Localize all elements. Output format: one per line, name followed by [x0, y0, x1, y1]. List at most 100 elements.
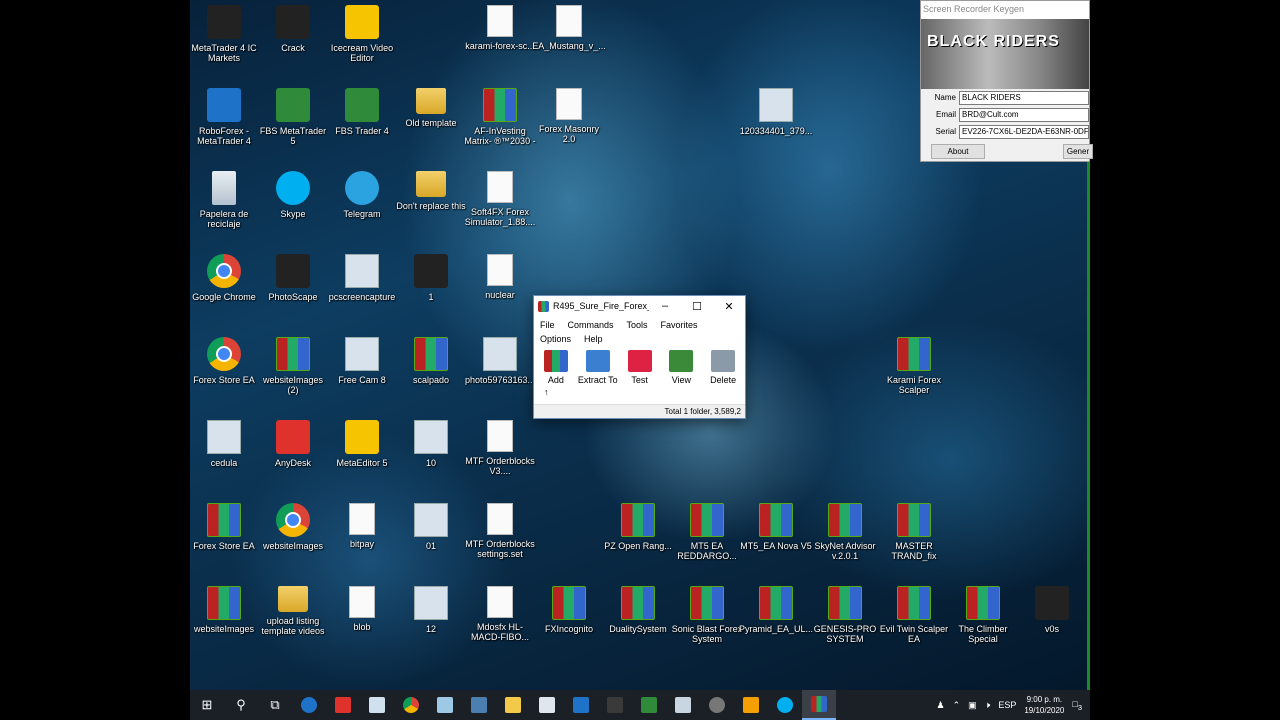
taskbar-app-roboforex[interactable] [564, 690, 598, 720]
desktop-icon[interactable]: 1 [395, 254, 467, 302]
desktop-icon[interactable]: Karami Forex Scalper [878, 337, 950, 395]
desktop-icon[interactable]: photo59763163... [464, 337, 536, 385]
desktop-icon[interactable]: EA_Mustang_v_... [532, 5, 606, 51]
test-button[interactable]: Test [624, 350, 656, 385]
menu-commands[interactable]: Commands [568, 318, 614, 332]
people-icon[interactable]: ♟ [937, 700, 945, 711]
winrar-window[interactable]: R495_Sure_Fire_Forex_H... – ☐ ✕ File Com… [533, 295, 746, 419]
desktop-icon[interactable]: FXIncognito [533, 586, 605, 634]
desktop-icon[interactable]: 10 [395, 420, 467, 468]
notification-icon[interactable]: □3 [1072, 699, 1082, 712]
taskbar-app-crack[interactable] [700, 690, 734, 720]
desktop-icon[interactable]: Soft4FX Forex Simulator_1.88.... [464, 171, 536, 227]
desktop-icon[interactable]: 01 [395, 503, 467, 551]
desktop-icon[interactable]: Sonic Blast Forex System [671, 586, 743, 644]
desktop-icon[interactable]: karami-forex-sc... [464, 5, 536, 51]
desktop-icon[interactable]: Skype [257, 171, 329, 219]
menu-options[interactable]: Options [540, 332, 571, 346]
desktop-icon[interactable]: 12 [395, 586, 467, 634]
desktop-icon[interactable]: Don't replace this [395, 171, 467, 211]
desktop-icon[interactable]: AF-InVesting Matrix- ®™2030 - [464, 88, 536, 146]
desktop-icon[interactable]: websiteImages [257, 503, 329, 551]
taskbar-app-fbs[interactable] [632, 690, 666, 720]
desktop-icon[interactable]: scalpado [395, 337, 467, 385]
menu-favorites[interactable]: Favorites [661, 318, 698, 332]
taskbar-app-anydesk[interactable] [326, 690, 360, 720]
desktop-icon[interactable]: MTF Orderblocks settings.set [464, 503, 536, 559]
taskbar-app-screencapture[interactable] [360, 690, 394, 720]
desktop-icon[interactable]: 120334401_379... [740, 88, 812, 136]
taskbar-app-skype[interactable] [768, 690, 802, 720]
desktop-icon[interactable]: MetaTrader 4 IC Markets [190, 5, 260, 63]
menu-file[interactable]: File [540, 318, 555, 332]
desktop-icon[interactable]: Papelera de reciclaje [190, 171, 260, 229]
volume-icon[interactable]: 🕨 [985, 700, 991, 711]
desktop-icon[interactable]: Telegram [326, 171, 398, 219]
desktop-icon[interactable]: cedula [190, 420, 260, 468]
desktop-icon[interactable]: upload listing template videos [257, 586, 329, 636]
desktop-icon[interactable]: pcscreencapture [326, 254, 398, 302]
taskbar-app-window[interactable] [666, 690, 700, 720]
menu-help[interactable]: Help [584, 332, 603, 346]
taskbar-app-winrar[interactable] [802, 690, 836, 720]
clock[interactable]: 9:00 p. m. 19/10/2020 [1024, 694, 1064, 716]
extract-to-button[interactable]: Extract To [578, 350, 618, 385]
desktop-icon[interactable]: MT5 EA REDDARGO... [671, 503, 743, 561]
desktop-icon[interactable]: Forex Store EA [190, 503, 260, 551]
desktop-icon[interactable]: PhotoScape [257, 254, 329, 302]
language-indicator[interactable]: ESP [998, 700, 1016, 710]
add-button[interactable]: Add [540, 350, 572, 385]
desktop-icon[interactable]: MTF Orderblocks V3.... [464, 420, 536, 476]
up-arrow-icon[interactable]: ↑ [534, 387, 745, 397]
serial-field[interactable]: EV226-7CX6L-DE2DA-E63NR-0DFBB [959, 124, 1089, 139]
maximize-button[interactable]: ☐ [681, 300, 713, 313]
desktop-icon[interactable]: Google Chrome [190, 254, 260, 302]
desktop-icon[interactable]: SkyNet Advisor v.2.0.1 [809, 503, 881, 561]
desktop-icon[interactable]: Icecream Video Editor [326, 5, 398, 63]
taskbar-app-metatrader[interactable] [598, 690, 632, 720]
start-button[interactable]: ⊞ [190, 690, 224, 720]
desktop-icon[interactable]: Pyramid_EA_UL... [739, 586, 813, 634]
desktop-icon[interactable]: RoboForex - MetaTrader 4 [190, 88, 260, 146]
email-field[interactable]: BRD@Cult.com [959, 107, 1089, 122]
task-view-button[interactable]: ⧉ [258, 690, 292, 720]
taskbar-app-explorer[interactable] [496, 690, 530, 720]
taskbar-app-notepad[interactable] [530, 690, 564, 720]
delete-button[interactable]: Delete [707, 350, 739, 385]
taskbar-app-chrome[interactable] [394, 690, 428, 720]
desktop-icon[interactable]: websiteImages (2) [257, 337, 329, 395]
desktop-icon[interactable]: FBS MetaTrader 5 [257, 88, 329, 146]
desktop-icon[interactable]: websiteImages [190, 586, 260, 634]
minimize-button[interactable]: – [649, 300, 681, 312]
desktop-icon[interactable]: Evil Twin Scalper EA [878, 586, 950, 644]
network-icon[interactable]: ▣ [968, 700, 977, 711]
desktop-icon[interactable]: GENESIS-PRO SYSTEM [809, 586, 881, 644]
close-button[interactable]: ✕ [713, 300, 745, 313]
desktop-icon[interactable]: MASTER TRAND_fix [878, 503, 950, 561]
desktop-icon[interactable]: v0s [1016, 586, 1088, 634]
search-button[interactable]: ⚲ [224, 690, 258, 720]
desktop-icon[interactable]: MT5_EA Nova V5 [740, 503, 812, 551]
taskbar-app-editor[interactable] [428, 690, 462, 720]
desktop-icon[interactable]: DualitySystem [602, 586, 674, 634]
desktop-icon[interactable]: blob [326, 586, 398, 632]
keygen-window[interactable]: Screen Recorder Keygen BLACK RIDERS Name… [920, 0, 1093, 162]
chevron-up-icon[interactable]: ⌃ [953, 700, 961, 711]
desktop-icon[interactable]: Old template [395, 88, 467, 128]
view-button[interactable]: View [666, 350, 698, 385]
desktop-icon[interactable]: PZ Open Rang... [602, 503, 674, 551]
taskbar-app-recorder[interactable] [292, 690, 326, 720]
desktop-icon[interactable]: bitpay [326, 503, 398, 549]
desktop-icon[interactable]: Crack [257, 5, 329, 53]
winrar-titlebar[interactable]: R495_Sure_Fire_Forex_H... – ☐ ✕ [534, 296, 745, 316]
desktop-icon[interactable]: Mdosfx HL-MACD-FIBO... [464, 586, 536, 642]
desktop-icon[interactable]: Forex Store EA [190, 337, 260, 385]
desktop-icon[interactable]: nuclear [464, 254, 536, 300]
menu-tools[interactable]: Tools [627, 318, 648, 332]
about-button[interactable]: About [931, 144, 985, 159]
desktop-icon[interactable]: Forex Masonry 2.0 [533, 88, 605, 144]
desktop-icon[interactable]: FBS Trader 4 [326, 88, 398, 136]
name-field[interactable]: BLACK RIDERS [959, 90, 1089, 105]
desktop-icon[interactable]: MetaEditor 5 [326, 420, 398, 468]
desktop-icon[interactable]: AnyDesk [257, 420, 329, 468]
